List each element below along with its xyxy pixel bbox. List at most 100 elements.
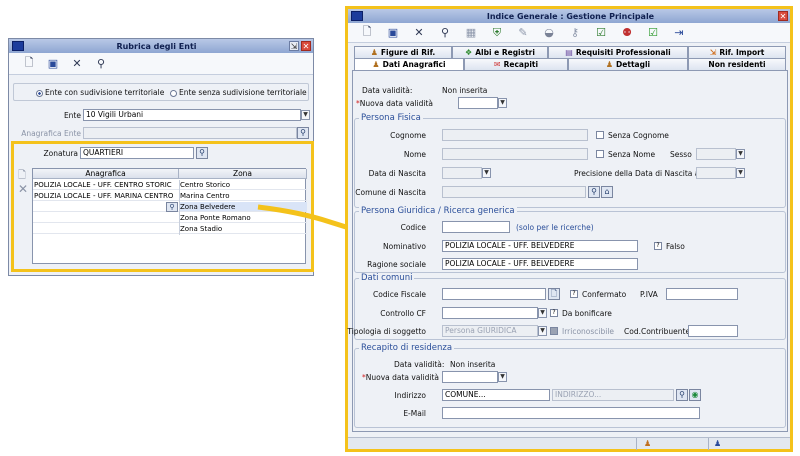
save-icon[interactable]: ▣: [380, 24, 406, 42]
help-icon[interactable]: ?: [570, 290, 578, 298]
helmet-icon[interactable]: ◒: [536, 24, 562, 42]
ente-select[interactable]: 10 Vigili Urbani: [83, 109, 301, 121]
data-validita-value: Non inserita: [442, 86, 488, 95]
radio-checked-icon: [36, 89, 43, 97]
delete-icon[interactable]: ✕: [406, 24, 432, 42]
grid-cell-anagrafica[interactable]: [33, 202, 179, 212]
person-icon: ♟: [644, 439, 652, 448]
restore-icon[interactable]: ⇲: [289, 41, 299, 51]
close-icon[interactable]: ✕: [778, 11, 788, 21]
da-bonificare-label: Da bonificare: [562, 309, 612, 318]
recapito-nuova-data-text: Nuova data validità: [365, 373, 439, 382]
confermato-label: Confermato: [582, 290, 627, 299]
nominativo-field[interactable]: POLIZIA LOCALE - UFF. BELVEDERE: [442, 240, 638, 252]
zonatura-field[interactable]: QUARTIERI: [80, 147, 194, 159]
save-icon[interactable]: ▣: [41, 55, 65, 73]
radio-without-option[interactable]: Ente senza sudivisione territoriale: [170, 88, 307, 97]
tab-label: Albi e Registri: [475, 48, 535, 57]
tab-label: Dati Anagrafici: [382, 60, 446, 69]
grid-cell-zona[interactable]: Zona Belvedere: [179, 202, 307, 212]
nominativo-label: Nominativo: [383, 242, 426, 251]
grid-cell-anagrafica[interactable]: POLIZIA LOCALE - UFF. MARINA CENTRO: [33, 191, 179, 201]
search-icon[interactable]: ⚲: [196, 147, 208, 159]
ente-dropdown-icon[interactable]: ▼: [301, 110, 310, 120]
comune-nascita-field: [442, 186, 586, 198]
help-icon[interactable]: ?: [550, 309, 558, 317]
pin-icon[interactable]: ✎: [510, 24, 536, 42]
radio-with-option[interactable]: Ente con sudivisione territoriale: [36, 88, 164, 97]
cod-contribuente-label: Cod.Contribuente: [624, 327, 691, 336]
controllo-cf-select[interactable]: [442, 307, 538, 319]
help-icon[interactable]: ?: [654, 242, 662, 250]
search-icon[interactable]: ⚲: [297, 127, 309, 139]
rubrica-titlebar: Rubrica degli Enti ⇲ ✕: [9, 39, 313, 53]
piva-label: P.IVA: [640, 290, 658, 299]
shield-icon[interactable]: ⛨: [484, 24, 510, 42]
grid-cell-zona[interactable]: Marina Centro: [179, 191, 307, 201]
controllo-cf-dropdown-icon[interactable]: ▼: [538, 308, 547, 318]
zone-grid: Anagrafica Zona POLIZIA LOCALE - UFF. CE…: [32, 168, 307, 264]
precisione-label: Precisione della Data di Nascita al: [574, 169, 702, 178]
confirm-icon[interactable]: ☑: [640, 24, 666, 42]
codice-field[interactable]: [442, 221, 510, 233]
tab-figure-rif[interactable]: ♟ Figure di Rif.: [354, 46, 452, 58]
recapito-nuova-data-field[interactable]: [442, 371, 498, 383]
codice-fiscale-field[interactable]: [442, 288, 546, 300]
grid-cell-zona[interactable]: Centro Storico: [179, 180, 307, 190]
cod-contribuente-field[interactable]: [688, 325, 738, 337]
tab-albi-registri[interactable]: ❖ Albi e Registri: [452, 46, 548, 58]
ragione-sociale-field[interactable]: POLIZIA LOCALE - UFF. BELVEDERE: [442, 258, 638, 270]
irriconoscibile-checkbox: [550, 327, 558, 335]
close-icon[interactable]: ✕: [301, 41, 311, 51]
tab-rif-import[interactable]: ⇲ Rif. Import: [688, 46, 786, 58]
radio-without-label: Ente senza sudivisione territoriale: [179, 88, 307, 97]
new-icon[interactable]: 🗋: [354, 24, 380, 42]
senza-nome-checkbox[interactable]: [596, 150, 604, 158]
checklist-icon[interactable]: ☑: [588, 24, 614, 42]
search-icon[interactable]: ⚲: [676, 389, 688, 401]
tab-requisiti[interactable]: ▤ Requisiti Professionali: [548, 46, 688, 58]
senza-cognome-checkbox[interactable]: [596, 131, 604, 139]
grid-cell-anagrafica[interactable]: POLIZIA LOCALE - UFF. CENTRO STORIC: [33, 180, 179, 190]
indirizzo-label: Indirizzo: [394, 391, 426, 400]
tab-dettagli[interactable]: ♟ Dettagli: [568, 58, 688, 70]
calendar-dropdown-icon[interactable]: ▼: [498, 98, 507, 108]
grid-cell-anagrafica[interactable]: [33, 224, 179, 234]
piva-field[interactable]: [666, 288, 738, 300]
nuova-data-field[interactable]: [458, 97, 498, 109]
tab-label: Non residenti: [708, 60, 766, 69]
globe-icon[interactable]: ◉: [689, 389, 701, 401]
nome-label: Nome: [403, 150, 426, 159]
new-icon[interactable]: 🗋: [17, 55, 41, 73]
nome-field: [442, 148, 588, 160]
cognome-field: [442, 129, 588, 141]
comune-nascita-label: Comune di Nascita: [355, 188, 426, 197]
grid-cell-anagrafica[interactable]: [33, 213, 179, 223]
key-icon[interactable]: ⚷: [562, 24, 588, 42]
codice-label: Codice: [400, 223, 426, 232]
import-icon: ⇲: [709, 48, 717, 57]
grid-header-zona: Zona: [179, 169, 307, 179]
grid-icon[interactable]: ▦: [458, 24, 484, 42]
indirizzo-field: INDIRIZZO...: [552, 389, 674, 401]
grid-cell-zona[interactable]: Zona Ponte Romano: [179, 213, 307, 223]
users-icon[interactable]: ⚉: [614, 24, 640, 42]
sesso-label: Sesso: [670, 150, 692, 159]
tab-label: Dettagli: [616, 60, 651, 69]
binoculars-icon[interactable]: ⚲: [89, 55, 113, 73]
email-field[interactable]: [442, 407, 700, 419]
envelope-icon: ✉: [493, 60, 501, 69]
delete-icon[interactable]: ✕: [65, 55, 89, 73]
tab-recapiti[interactable]: ✉ Recapiti: [464, 58, 568, 70]
calendar-dropdown-icon[interactable]: ▼: [498, 372, 507, 382]
remove-icon[interactable]: ✕: [18, 182, 28, 196]
document-icon[interactable]: 🗋: [548, 288, 560, 300]
tab-non-residenti[interactable]: Non residenti: [688, 58, 786, 70]
binoculars-icon[interactable]: ⚲: [432, 24, 458, 42]
codice-fiscale-label: Codice Fiscale: [373, 290, 426, 299]
comune-field[interactable]: COMUNE...: [442, 389, 550, 401]
search-icon[interactable]: ⚲: [166, 202, 178, 212]
exit-icon[interactable]: ⇥: [666, 24, 692, 42]
tab-dati-anagrafici[interactable]: ♟ Dati Anagrafici: [354, 58, 464, 70]
grid-cell-zona[interactable]: Zona Stadio: [179, 224, 307, 234]
